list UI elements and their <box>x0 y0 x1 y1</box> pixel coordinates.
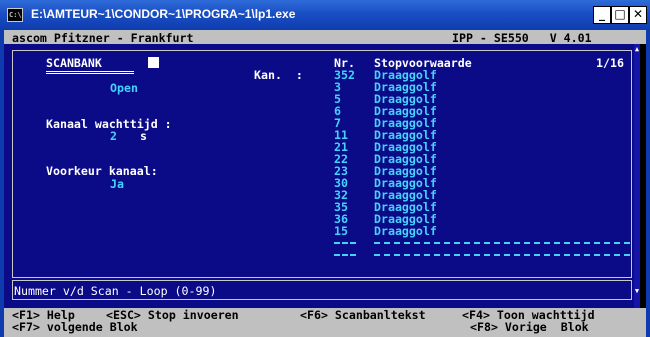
f6-scanbanktekst-key[interactable]: <F6> Scanbanltekst <box>300 309 426 321</box>
header-version: IPP - SE550 V 4.01 <box>452 31 592 45</box>
page-indicator: 1/16 <box>596 56 624 70</box>
close-button[interactable]: ✕ <box>629 6 647 24</box>
window-title: E:\AMTEUR~1\CONDOR~1\PROGRA~1\lp1.exe <box>31 7 296 21</box>
status-message: Nummer v/d Scan - Loop (0-99) <box>14 284 217 298</box>
console-app-icon[interactable]: C:\ <box>7 8 23 22</box>
scroll-up-arrow[interactable]: ▲ <box>634 45 640 53</box>
minimize-button[interactable]: _ <box>593 6 611 24</box>
empty-row-stop-placeholder <box>374 242 630 244</box>
window-frame-right <box>646 30 650 337</box>
scroll-down-arrow[interactable]: ▼ <box>634 287 640 295</box>
f8-vorige-blok-key[interactable]: <F8> Vorige Blok <box>470 321 589 333</box>
kanaal-label: Kan. : <box>254 68 303 82</box>
table-row-stop[interactable]: Draaggolf <box>374 225 437 237</box>
title-underline <box>46 71 134 74</box>
voorkeur-label: Voorkeur kanaal: <box>46 164 158 178</box>
empty-row-nr-placeholder <box>334 242 356 244</box>
voorkeur-value[interactable]: Ja <box>110 178 124 190</box>
empty-row-stop-placeholder <box>374 254 630 256</box>
empty-row-nr-placeholder <box>334 254 356 256</box>
scanbank-status: Open <box>110 81 138 95</box>
scrollbar[interactable] <box>634 44 640 308</box>
window-titlebar[interactable]: C:\ E:\AMTEUR~1\CONDOR~1\PROGRA~1\lp1.ex… <box>0 0 650 30</box>
text-cursor <box>148 57 159 68</box>
scanbank-title: SCANBANK <box>46 56 102 70</box>
wachttijd-value[interactable]: 2 <box>110 130 117 142</box>
wachttijd-label: Kanaal wachttijd : <box>46 117 172 131</box>
table-row-nr[interactable]: 15 <box>334 225 348 237</box>
wachttijd-unit: s <box>140 129 147 143</box>
maximize-button[interactable]: □ <box>611 6 629 24</box>
header-company: ascom Pfitzner - Frankfurt <box>12 31 194 45</box>
f7-volgende-blok-key[interactable]: <F7> volgende Blok <box>12 321 138 333</box>
scanbank-input[interactable] <box>148 57 159 69</box>
